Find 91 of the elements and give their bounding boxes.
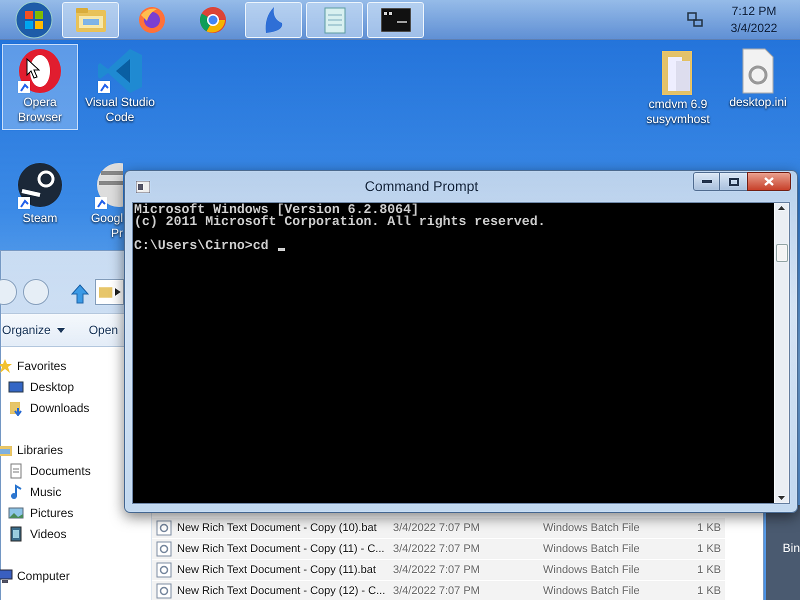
- nav-item[interactable]: Libraries: [0, 439, 115, 460]
- file-date: 3/4/2022 7:07 PM: [393, 562, 481, 578]
- file-size: 1 KB: [696, 520, 722, 536]
- windows-orb-icon: [15, 0, 53, 38]
- batch-file-icon: [156, 541, 172, 557]
- forward-button[interactable]: [23, 279, 49, 305]
- window-title: Command Prompt: [364, 177, 480, 196]
- shortcut-label: Code: [106, 110, 134, 125]
- up-arrow-icon[interactable]: [71, 283, 89, 305]
- file-type: Windows Batch File: [543, 542, 640, 557]
- batch-file-icon: [156, 520, 172, 536]
- address-bar[interactable]: [95, 279, 124, 305]
- chevron-right-icon: [115, 288, 121, 296]
- toolbar-button[interactable]: Organize: [1, 321, 66, 339]
- scrollbar[interactable]: [774, 203, 789, 503]
- folder-arrow-icon: [8, 400, 24, 416]
- folder-icon: [98, 284, 114, 300]
- document-icon: [8, 462, 24, 478]
- file-date: 3/4/2022 7:07 PM: [393, 584, 481, 599]
- nav-item[interactable]: Documents: [1, 460, 119, 481]
- mouse-pointer-icon: [26, 58, 40, 80]
- shortcut-label: Visual Studio: [85, 95, 155, 110]
- scrollbar-thumb[interactable]: [776, 244, 788, 262]
- scroll-down-arrow-icon[interactable]: [778, 496, 785, 500]
- file-date: 3/4/2022 7:07 PM: [393, 520, 481, 536]
- shortcut-label: Opera: [23, 95, 57, 110]
- scroll-up-arrow-icon[interactable]: [778, 206, 785, 210]
- console-icon: [380, 8, 410, 32]
- close-icon: [764, 177, 774, 186]
- picture-icon: [8, 504, 24, 520]
- shortcut-label: susyvmhost: [646, 112, 710, 127]
- file-size: 1 KB: [696, 584, 722, 599]
- file-date: 3/4/2022 7:07 PM: [393, 542, 481, 557]
- nav-item[interactable]: Desktop: [1, 376, 119, 397]
- batch-file-icon: [156, 583, 172, 599]
- shortcut-label: Browser: [18, 110, 62, 125]
- file-row[interactable]: New Rich Text Document - Copy (11).bat 3/4/2022 7:07 PM Windows Batch File 1 KB: [152, 560, 725, 581]
- music-note-icon: [8, 484, 24, 500]
- star-icon: [0, 358, 13, 374]
- browser-circle-icon: [198, 4, 228, 34]
- browser-fox-icon: [136, 4, 166, 34]
- text-cursor: [278, 248, 285, 251]
- shortcut-label: Pr: [111, 226, 123, 241]
- start-button[interactable]: [14, 2, 54, 38]
- nav-item[interactable]: Music: [1, 481, 119, 502]
- file-name: New Rich Text Document - Copy (10).bat: [177, 520, 378, 536]
- nav-item[interactable]: Pictures: [1, 502, 119, 523]
- file-size: 1 KB: [696, 562, 722, 578]
- file-type: Windows Batch File: [543, 562, 640, 578]
- file-size: 1 KB: [696, 542, 722, 557]
- monitor-icon: [8, 378, 24, 394]
- file-row[interactable]: New Rich Text Document - Copy (10).bat 3/4/2022 7:07 PM Windows Batch File 1 KB: [152, 518, 725, 539]
- shortcut-label: Googl: [90, 211, 123, 226]
- desktop-shortcut[interactable]: desktop.ini: [720, 44, 796, 130]
- taskbar-button[interactable]: [367, 2, 424, 38]
- shortcut-label: cmdvm 6.9: [648, 97, 708, 112]
- steam-icon: [16, 163, 64, 211]
- desktop-shortcut[interactable]: cmdvm 6.9 susyvmhost: [640, 44, 716, 130]
- clock[interactable]: 7:12 PM 3/4/2022: [722, 2, 786, 36]
- console-window-icon: [136, 180, 150, 192]
- folder-icon: [74, 6, 106, 32]
- opera-o-icon: [16, 47, 64, 95]
- minimize-button[interactable]: [693, 172, 720, 191]
- network-icon[interactable]: [686, 10, 704, 28]
- desktop-shortcut[interactable]: Visual Studio Code: [82, 44, 158, 130]
- file-row[interactable]: New Rich Text Document - Copy (11) - C... 3/4/2022 7:07 PM Windows Batch File 1 KB: [152, 539, 725, 560]
- shortcut-label: Steam: [22, 211, 58, 226]
- shortcut-label: desktop.ini: [729, 95, 787, 110]
- file-name: New Rich Text Document - Copy (12) - C...: [177, 584, 386, 599]
- console-line: Microsoft Windows [Version 6.2.8064]: [134, 204, 420, 216]
- computer-icon: [0, 568, 13, 584]
- nav-item[interactable]: Computer: [0, 565, 115, 586]
- console-line: (c) 2011 Microsoft Corporation. All rights reserved.: [134, 216, 547, 228]
- clock-time: 7:12 PM: [732, 2, 776, 20]
- nav-item[interactable]: Downloads: [1, 397, 119, 418]
- file-row[interactable]: New Rich Text Document - Copy (12) - C... 3/4/2022 7:07 PM Windows Batch File 1 KB: [152, 581, 725, 600]
- file-name: New Rich Text Document - Copy (11).bat: [177, 562, 377, 578]
- partial-label: Bin: [782, 540, 800, 557]
- toolbar-button[interactable]: Open: [88, 321, 120, 339]
- file-type: Windows Batch File: [543, 520, 640, 536]
- maximize-button[interactable]: [720, 172, 747, 191]
- nav-item[interactable]: Videos: [1, 523, 119, 544]
- batch-file-icon: [156, 562, 172, 578]
- clock-date: 3/4/2022: [730, 20, 778, 36]
- nav-item[interactable]: Favorites: [0, 355, 115, 376]
- file-type: Windows Batch File: [543, 584, 640, 599]
- code-editor-icon: [96, 47, 144, 95]
- console-prompt: C:\Users\Cirno>cd: [134, 240, 269, 252]
- close-button[interactable]: [747, 172, 791, 191]
- film-icon: [8, 526, 24, 542]
- file-name: New Rich Text Document - Copy (11) - C...: [177, 542, 386, 557]
